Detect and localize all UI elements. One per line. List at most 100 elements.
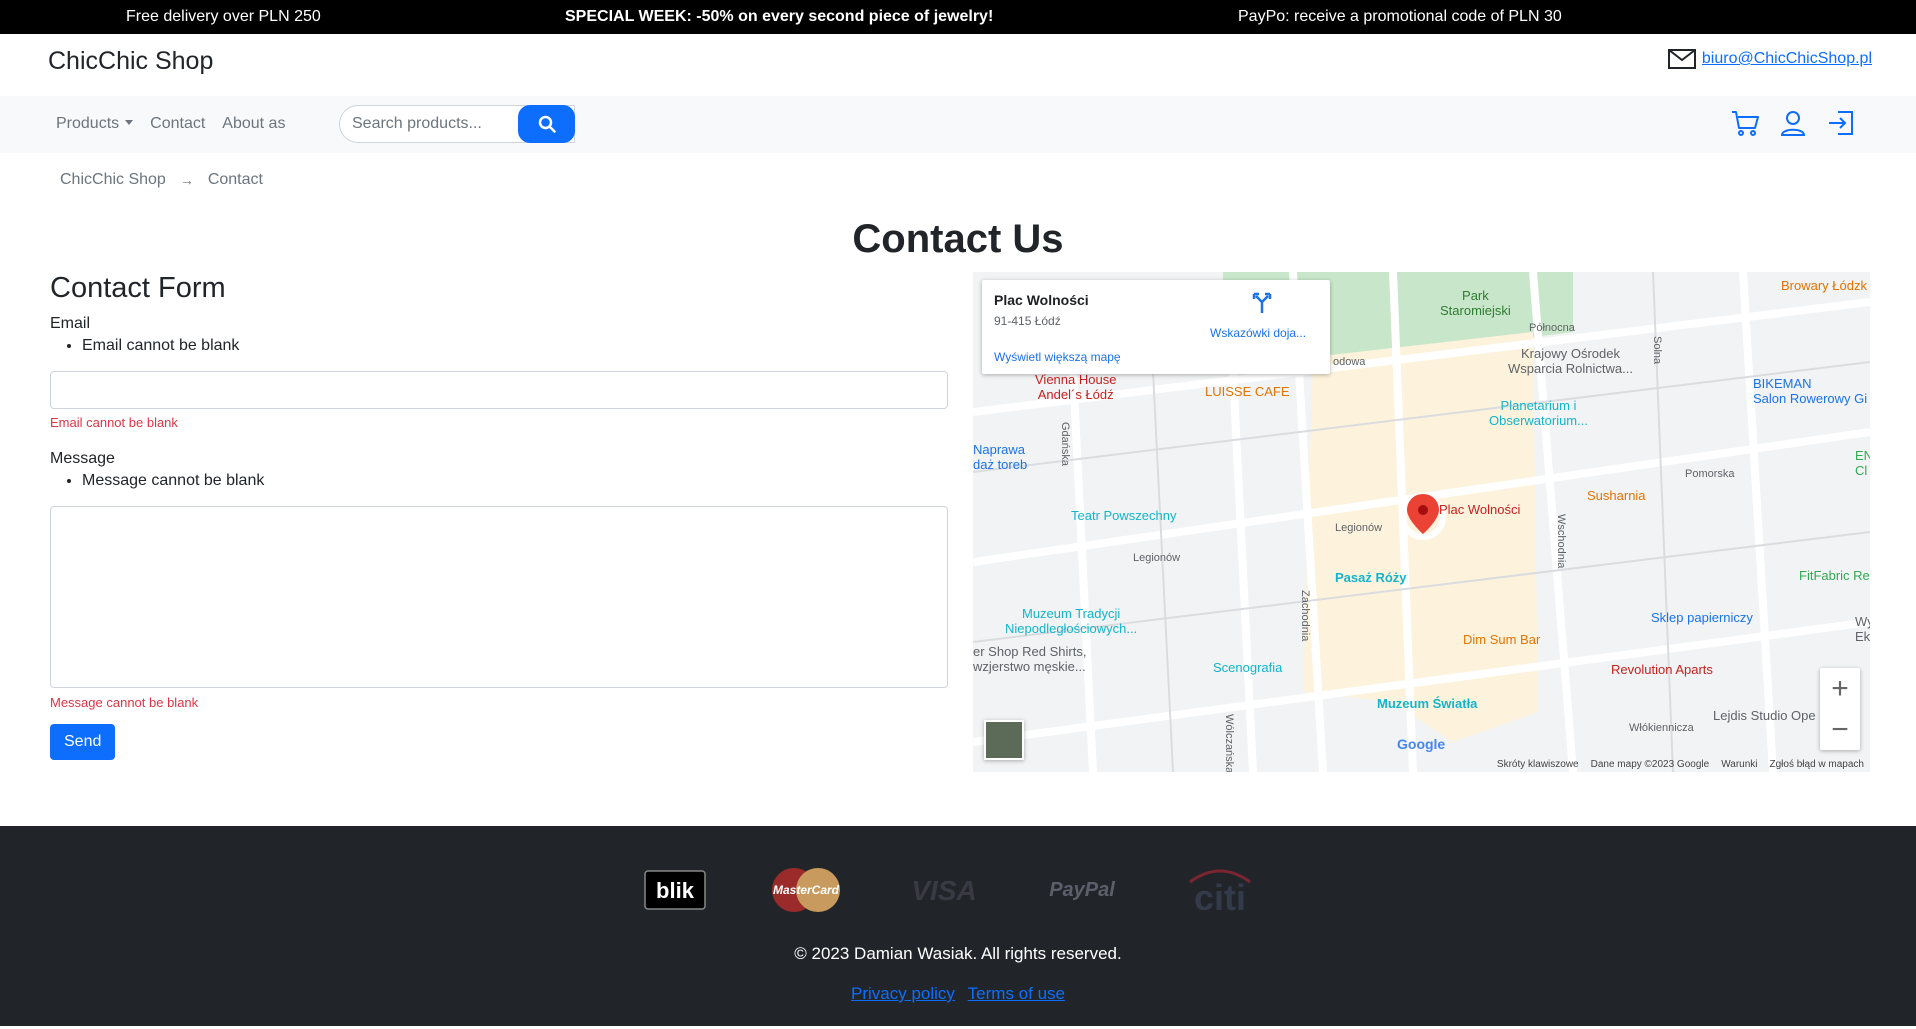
directions-icon[interactable]	[1252, 292, 1272, 314]
promo-special-week: SPECIAL WEEK: -50% on every second piece…	[565, 8, 994, 25]
map-footer: Skróty klawiszowe Dane mapy ©2023 Google…	[1497, 759, 1864, 770]
map-label-en: EN Cl	[1855, 448, 1870, 478]
privacy-policy-link[interactable]: Privacy policy	[851, 984, 955, 1003]
footer-links: Privacy policy Terms of use	[0, 984, 1916, 1004]
map-label-zgodowa: odowa	[1333, 356, 1366, 368]
google-logo: Google	[1397, 736, 1446, 752]
visa-logo-text: VISA	[911, 875, 976, 906]
email-error-list: Email cannot be blank	[50, 337, 948, 355]
chevron-down-icon	[125, 120, 134, 125]
map-label-wlokiennicza: Włókiennicza	[1629, 722, 1694, 734]
nav-contact[interactable]: Contact	[150, 115, 205, 133]
map-place-address: 91-415 Łódź	[994, 314, 1061, 328]
map-label-luisse: LUISSE CAFE	[1205, 384, 1290, 399]
map-label-gdanska: Gdańska	[1059, 422, 1071, 467]
map-label-muzeum-tradycji: Muzeum Tradycji Niepodległościowych...	[1005, 606, 1138, 636]
mastercard-logo: MasterCard	[772, 868, 840, 912]
search-icon	[538, 115, 556, 133]
header-email: biuro@ChicChicShop.pl	[1667, 49, 1872, 69]
map-larger-link[interactable]: Wyświetl większą mapę	[994, 350, 1121, 364]
page-title: Contact Us	[852, 217, 1064, 261]
map-label-krajowy: Krajowy Ośrodek Wsparcia Rolnictwa...	[1508, 346, 1633, 376]
map-label-muzeum-swiatla: Muzeum Światła	[1377, 696, 1478, 711]
breadcrumb: ChicChic Shop → Contact	[60, 171, 263, 189]
map-label-revolution: Revolution Aparts	[1611, 662, 1713, 677]
email-label: Email	[50, 315, 91, 332]
copyright: © 2023 Damian Wasiak. All rights reserve…	[794, 944, 1122, 963]
navbar: Products Contact About as	[0, 96, 1916, 153]
map-label-fitfabric: FitFabric Re	[1799, 568, 1870, 583]
zoom-in-button[interactable]: +	[1820, 668, 1860, 709]
message-field[interactable]	[50, 506, 948, 688]
nav-about[interactable]: About as	[222, 115, 285, 133]
arrow-right-icon: →	[179, 172, 194, 188]
map-footer-report[interactable]: Zgłoś błąd w mapach	[1770, 759, 1865, 770]
send-button[interactable]: Send	[50, 724, 116, 760]
mastercard-logo-text: MasterCard	[773, 883, 840, 897]
promo-delivery: Free delivery over PLN 250	[126, 8, 321, 25]
map-label-polnocna: Północna	[1529, 322, 1575, 334]
blik-logo: blik	[644, 870, 706, 910]
nav-products-dropdown[interactable]: Products	[56, 115, 134, 133]
citi-logo-text: citi	[1194, 877, 1246, 916]
citi-logo: citi	[1189, 869, 1251, 916]
message-label: Message	[50, 450, 115, 467]
message-error-list: Message cannot be blank	[50, 472, 948, 490]
email-field[interactable]	[50, 371, 948, 409]
terms-of-use-link[interactable]: Terms of use	[968, 984, 1065, 1003]
map-label-plac: Plac Wolności	[1439, 502, 1521, 517]
breadcrumb-current: Contact	[207, 171, 263, 188]
cart-icon[interactable]	[1730, 108, 1760, 138]
map-label-pasaz: Pasaż Róży	[1335, 570, 1407, 585]
login-icon[interactable]	[1826, 108, 1856, 138]
promo-paypo: PayPo: receive a promotional code of PLN…	[1238, 8, 1562, 25]
breadcrumb-home[interactable]: ChicChic Shop	[60, 171, 166, 189]
search-button[interactable]	[518, 105, 575, 143]
map-footer-shortcuts[interactable]: Skróty klawiszowe	[1497, 759, 1579, 770]
envelope-icon	[1667, 49, 1696, 69]
nav-products-label: Products	[56, 115, 120, 132]
map-label-zachodnia: Zachodnia	[1299, 590, 1311, 642]
paypal-logo: PayPal	[1049, 879, 1115, 901]
promo-bar: Free delivery over PLN 250 SPECIAL WEEK:…	[0, 0, 1916, 34]
map-zoom-controls: + −	[1820, 668, 1860, 750]
satellite-toggle[interactable]	[984, 720, 1024, 760]
map-directions-link[interactable]: Wskazówki doja...	[1210, 326, 1306, 340]
message-error-item: Message cannot be blank	[82, 472, 948, 490]
map-label-browary: Browary Łódzk	[1781, 278, 1867, 293]
map-label-sklep: Sklep papierniczy	[1651, 610, 1753, 625]
map-label-wschodnia: Wschodnia	[1555, 514, 1567, 569]
map-label-naprawa: Naprawa daż toreb	[973, 442, 1028, 472]
map-label-legionow-2: Legionów	[1335, 522, 1383, 534]
map-label-vienna: Vienna House Andel´s Łódź	[1035, 372, 1117, 402]
map-label-pomorska: Pomorska	[1685, 468, 1735, 480]
map-label-susharnia: Susharnia	[1587, 488, 1646, 503]
map-footer-data: Dane mapy ©2023 Google	[1590, 759, 1710, 770]
map-info-box: Plac Wolności 91-415 Łódź Wskazówki doja…	[982, 280, 1330, 374]
user-icon[interactable]	[1778, 108, 1808, 138]
footer: blik MasterCard VISA PayPal citi © 2023 …	[0, 826, 1916, 1026]
email-link[interactable]: biuro@ChicChicShop.pl	[1702, 50, 1872, 68]
email-error: Email cannot be blank	[50, 415, 178, 430]
form-title: Contact Form	[50, 272, 226, 304]
map-label-dim-sum: Dim Sum Bar	[1463, 632, 1541, 647]
contact-form: Contact Form Email Email cannot be blank…	[50, 272, 948, 760]
map-label-solna: Solna	[1651, 336, 1663, 365]
map-label-bikeman: BIKEMAN Salon Rowerowy Gi	[1753, 376, 1868, 406]
zoom-out-button[interactable]: −	[1820, 709, 1860, 750]
map-place-title: Plac Wolności	[994, 292, 1089, 308]
nav-icons	[1730, 108, 1856, 138]
google-map[interactable]: Park Staromiejski Browary Łódzk Północna…	[973, 272, 1870, 772]
map-label-planetarium: Planetarium i Obserwatorium...	[1489, 398, 1588, 428]
map-footer-terms[interactable]: Warunki	[1721, 759, 1757, 770]
message-error: Message cannot be blank	[50, 695, 199, 710]
nav-links: Products Contact About as	[56, 115, 285, 133]
blik-logo-text: blik	[656, 878, 695, 903]
map-label-legionow-1: Legionów	[1133, 552, 1181, 564]
paypal-logo-text: PayPal	[1049, 879, 1115, 901]
payment-logos: blik MasterCard VISA PayPal citi	[644, 864, 1258, 916]
map-label-scenografia: Scenografia	[1213, 660, 1283, 675]
brand-logo[interactable]: ChicChic Shop	[48, 47, 213, 76]
map-label-lejdis: Lejdis Studio Ope	[1713, 708, 1816, 723]
email-error-item: Email cannot be blank	[82, 337, 948, 355]
